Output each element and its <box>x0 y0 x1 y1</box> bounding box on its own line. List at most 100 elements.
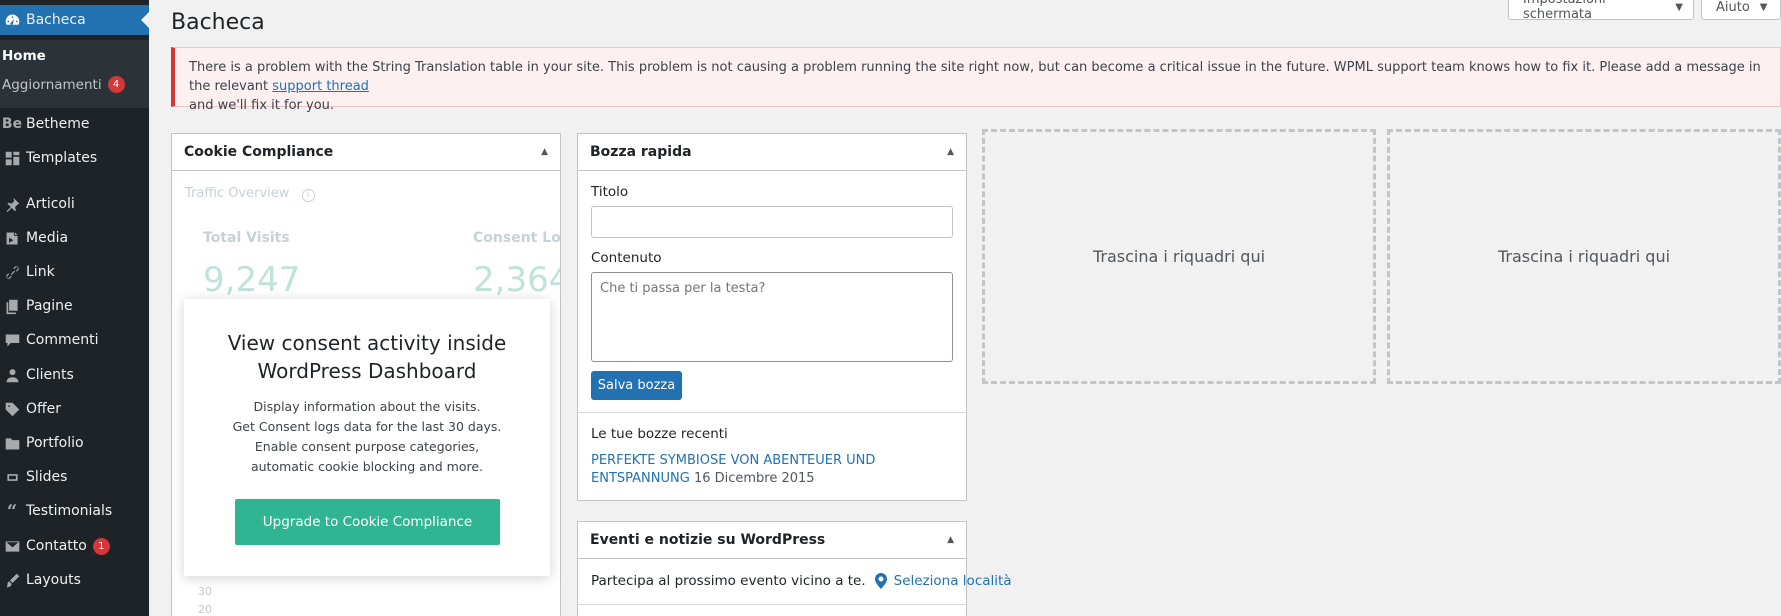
menu-item-offer[interactable]: Offer <box>0 395 149 423</box>
title-label: Titolo <box>591 184 629 200</box>
page-title: Bacheca <box>171 10 265 35</box>
overlay-description: Display information about the visits. Ge… <box>184 397 550 477</box>
dropzone-label: Trascina i riquadri qui <box>1497 247 1671 266</box>
notice-text: There is a problem with the String Trans… <box>189 60 1761 94</box>
divider <box>578 412 966 413</box>
menu-item-templates[interactable]: Templates <box>0 144 149 172</box>
menu-item-media[interactable]: Media <box>0 224 149 252</box>
submenu-item-home[interactable]: Home <box>2 48 46 64</box>
draft-title-input[interactable] <box>591 206 953 238</box>
admin-sidebar: Bacheca Home Aggiornamenti 4 Be Betheme … <box>0 0 149 616</box>
dashboard-submenu: Home Aggiornamenti 4 <box>0 40 149 108</box>
menu-item-link[interactable]: Link <box>0 258 149 286</box>
media-icon <box>2 228 22 248</box>
templates-icon <box>2 148 22 168</box>
menu-label: Commenti <box>26 332 99 348</box>
menu-item-testimonials[interactable]: “ Testimonials <box>0 497 149 525</box>
menu-item-layouts[interactable]: Layouts <box>0 566 149 594</box>
select-location-link[interactable]: Seleziona località <box>894 573 1012 589</box>
menu-label: Layouts <box>26 572 81 588</box>
divider <box>578 604 966 605</box>
upgrade-overlay-card: View consent activity inside WordPress D… <box>184 299 550 576</box>
menu-item-bacheca[interactable]: Bacheca <box>0 5 149 35</box>
recent-draft-date: 16 Dicembre 2015 <box>693 471 815 486</box>
quote-icon: “ <box>6 500 18 522</box>
notice-text-end: and we'll fix it for you. <box>189 98 335 113</box>
menu-label: Bacheca <box>26 12 86 28</box>
screen-options-label: Impostazioni schermata <box>1523 0 1606 22</box>
submenu-label: Aggiornamenti <box>2 76 102 93</box>
menu-item-slides[interactable]: Slides <box>0 463 149 491</box>
menu-label: Portfolio <box>26 435 84 451</box>
screen-options-button[interactable]: Impostazioni schermata ▼ <box>1508 0 1694 22</box>
contatto-count-badge: 1 <box>92 537 110 555</box>
updates-count-badge: 4 <box>107 76 125 93</box>
portfolio-icon <box>2 433 22 453</box>
content-label: Contenuto <box>591 250 662 266</box>
quick-draft-widget: Bozza rapida ▲ Titolo Contenuto Salva bo… <box>577 133 967 501</box>
menu-item-betheme[interactable]: Be Betheme <box>0 110 149 138</box>
tag-icon <box>2 399 22 419</box>
traffic-overview: Traffic Overview i <box>185 186 315 202</box>
widget-dropzone[interactable]: Trascina i riquadri qui <box>982 129 1376 384</box>
consent-logs-label: Consent Logs <box>473 230 561 246</box>
menu-label: Betheme <box>26 116 90 132</box>
events-text: Partecipa al prossimo evento vicino a te… <box>591 573 866 589</box>
menu-label: Media <box>26 230 69 246</box>
betheme-icon: Be <box>1 116 23 132</box>
submenu-item-updates[interactable]: Aggiornamenti 4 <box>2 76 125 93</box>
menu-item-pagine[interactable]: Pagine <box>0 292 149 320</box>
consent-logs-value: 2,364 <box>473 260 561 300</box>
comments-icon <box>2 330 22 350</box>
caret-down-icon: ▼ <box>1759 1 1768 13</box>
wpml-error-notice: There is a problem with the String Trans… <box>171 47 1781 113</box>
total-visits-value: 9,247 <box>203 260 301 300</box>
overlay-line: Display information about the visits. <box>253 399 481 414</box>
link-icon <box>2 262 22 282</box>
wordpress-events-widget: Eventi e notizie su WordPress ▲ Partecip… <box>577 521 1012 616</box>
total-visits-label: Total Visits <box>203 230 290 246</box>
mail-icon <box>2 536 22 556</box>
menu-label: Articoli <box>26 196 75 212</box>
save-draft-button[interactable]: Salva bozza <box>591 371 682 400</box>
menu-item-portfolio[interactable]: Portfolio <box>0 429 149 457</box>
collapse-toggle-icon[interactable]: ▲ <box>541 147 548 157</box>
location-pin-icon <box>874 573 888 589</box>
pin-icon <box>2 194 22 214</box>
dropzone-label: Trascina i riquadri qui <box>1092 247 1266 266</box>
overlay-line: Get Consent logs data for the last 30 da… <box>232 419 502 434</box>
menu-item-contatto[interactable]: Contatto 1 <box>0 532 149 560</box>
widget-header: Eventi e notizie su WordPress ▲ <box>578 522 966 559</box>
widget-title: Bozza rapida <box>590 144 692 160</box>
menu-label: Offer <box>26 401 62 417</box>
collapse-toggle-icon[interactable]: ▲ <box>947 535 954 545</box>
menu-label: Clients <box>26 367 74 383</box>
info-icon: i <box>301 189 315 202</box>
menu-label: Testimonials <box>26 503 113 519</box>
caret-down-icon: ▼ <box>1675 1 1683 13</box>
help-button[interactable]: Aiuto ▼ <box>1701 0 1781 20</box>
collapse-toggle-icon[interactable]: ▲ <box>947 147 954 157</box>
submenu-label: Home <box>2 48 46 64</box>
dashboard-icon <box>2 10 22 30</box>
pages-icon <box>2 296 22 316</box>
recent-drafts-label: Le tue bozze recenti <box>591 426 728 442</box>
widget-title: Eventi e notizie su WordPress <box>590 532 826 548</box>
menu-item-articoli[interactable]: Articoli <box>0 190 149 218</box>
recent-draft-item: PERFEKTE SYMBIOSE VON ABENTEUER UND ENTS… <box>591 452 946 488</box>
widget-title: Cookie Compliance <box>184 144 334 160</box>
widget-dropzone[interactable]: Trascina i riquadri qui <box>1387 129 1781 384</box>
axis-tick-label: 20 <box>198 603 212 616</box>
support-thread-link[interactable]: support thread <box>272 79 369 94</box>
draft-content-textarea[interactable] <box>591 272 953 362</box>
traffic-overview-label: Traffic Overview <box>185 186 290 201</box>
upgrade-button[interactable]: Upgrade to Cookie Compliance <box>235 499 500 545</box>
axis-tick-label: 30 <box>198 585 212 598</box>
events-prompt: Partecipa al prossimo evento vicino a te… <box>591 573 1012 589</box>
menu-item-commenti[interactable]: Commenti <box>0 326 149 354</box>
menu-item-clients[interactable]: Clients <box>0 361 149 389</box>
menu-label: Contatto <box>26 538 87 554</box>
widget-header: Cookie Compliance ▲ <box>172 134 560 171</box>
menu-label: Slides <box>26 469 68 485</box>
menu-label: Templates <box>26 150 98 166</box>
